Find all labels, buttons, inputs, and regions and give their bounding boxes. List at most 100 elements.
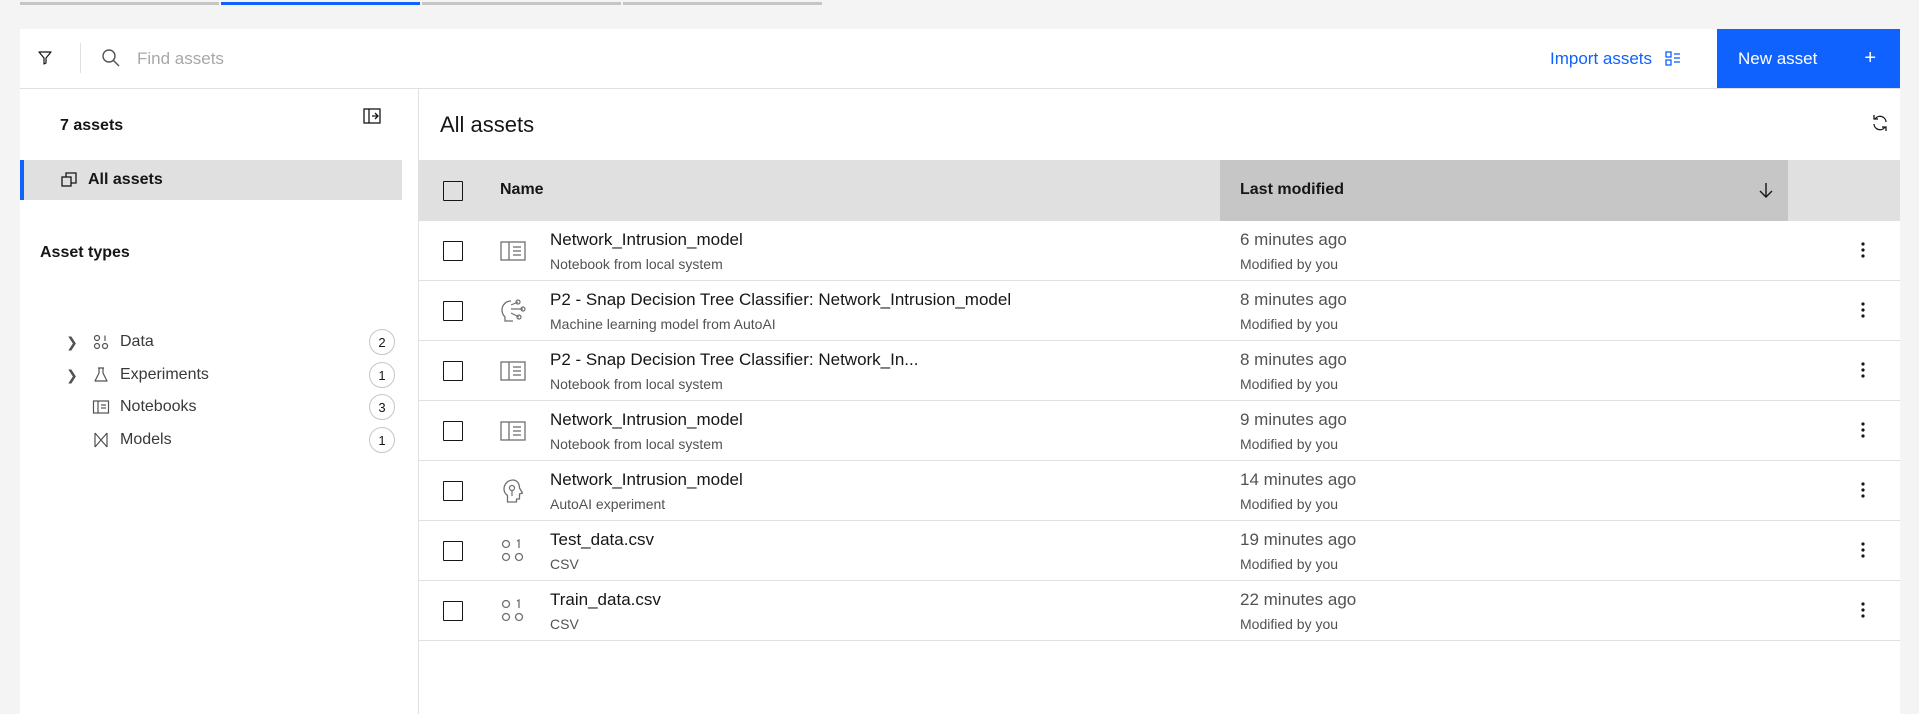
asset-count: 7 assets: [60, 117, 124, 134]
import-assets-label: Import assets: [1550, 49, 1653, 68]
assets-table: Name Last modified Network_Intrusion_mod…: [419, 160, 1900, 641]
modified-by: Modified by you: [1240, 256, 1339, 272]
row-checkbox[interactable]: [443, 481, 463, 501]
asset-name-link[interactable]: Train_data.csv: [550, 590, 661, 610]
asset-subtitle: Notebook from local system: [550, 436, 723, 452]
overflow-menu-icon[interactable]: [1851, 538, 1875, 562]
table-row[interactable]: Train_data.csv CSV 22 minutes ago Modifi…: [419, 581, 1900, 641]
data-icon: [90, 331, 112, 353]
search-input[interactable]: [135, 41, 739, 77]
asset-types-title: Asset types: [40, 244, 130, 261]
chevron-right-icon[interactable]: ❯: [60, 334, 84, 351]
tab-indicator[interactable]: [20, 2, 219, 5]
asset-subtitle: CSV: [550, 616, 579, 632]
assets-panel: Import assets New asset + 7 assets All a…: [20, 29, 1900, 714]
collapse-sidebar-button[interactable]: [362, 106, 386, 130]
notebook-icon: [499, 417, 527, 445]
refresh-icon: [1870, 113, 1890, 133]
sidebar-item-all-assets[interactable]: All assets: [20, 160, 402, 200]
asset-name-link[interactable]: Network_Intrusion_model: [550, 230, 743, 250]
row-checkbox[interactable]: [443, 601, 463, 621]
table-row[interactable]: Network_Intrusion_model Notebook from lo…: [419, 401, 1900, 461]
search-icon: [100, 47, 122, 69]
asset-subtitle: Machine learning model from AutoAI: [550, 316, 776, 332]
modified-time: 14 minutes ago: [1240, 470, 1357, 489]
notebook-icon: [499, 357, 527, 385]
table-row[interactable]: P2 - Snap Decision Tree Classifier: Netw…: [419, 341, 1900, 401]
row-checkbox[interactable]: [443, 541, 463, 561]
table-row[interactable]: P2 - Snap Decision Tree Classifier: Netw…: [419, 281, 1900, 341]
tab-indicator[interactable]: [422, 2, 621, 5]
asset-name-link[interactable]: P2 - Snap Decision Tree Classifier: Netw…: [550, 290, 1011, 310]
modified-time: 19 minutes ago: [1240, 530, 1357, 549]
overflow-menu-icon[interactable]: [1851, 478, 1875, 502]
overflow-menu-icon[interactable]: [1851, 358, 1875, 382]
row-checkbox[interactable]: [443, 421, 463, 441]
column-header-last-modified[interactable]: Last modified: [1240, 181, 1344, 199]
import-icon: [1664, 50, 1682, 68]
sidebar-item-data[interactable]: ❯ Data 2: [40, 325, 395, 359]
overflow-menu-icon[interactable]: [1851, 418, 1875, 442]
count-badge: 2: [369, 329, 395, 355]
modified-by: Modified by you: [1240, 616, 1339, 632]
row-checkbox[interactable]: [443, 241, 463, 261]
collapse-panel-icon: [362, 106, 386, 126]
notebook-icon: [499, 237, 527, 265]
import-assets-button[interactable]: Import assets: [1550, 44, 1682, 74]
modified-by: Modified by you: [1240, 496, 1339, 512]
toolbar: Import assets New asset +: [20, 29, 1900, 89]
modified-by: Modified by you: [1240, 556, 1339, 572]
asset-subtitle: Notebook from local system: [550, 376, 723, 392]
autoai-icon: [499, 477, 527, 505]
new-asset-button[interactable]: New asset +: [1717, 29, 1900, 88]
filter-button[interactable]: [30, 43, 60, 73]
refresh-button[interactable]: [1866, 109, 1894, 137]
arrow-down-icon[interactable]: [1756, 180, 1776, 200]
main-content: All assets Name Last modified Network_In…: [419, 89, 1900, 714]
modified-time: 8 minutes ago: [1240, 290, 1347, 309]
toolbar-divider: [80, 43, 81, 73]
modified-time: 9 minutes ago: [1240, 410, 1347, 429]
overflow-menu-icon[interactable]: [1851, 598, 1875, 622]
chevron-right-icon[interactable]: ❯: [60, 367, 84, 384]
asset-name-link[interactable]: Test_data.csv: [550, 530, 654, 550]
modified-by: Modified by you: [1240, 316, 1339, 332]
data-icon: [499, 597, 527, 625]
select-all-checkbox[interactable]: [443, 181, 463, 201]
row-checkbox[interactable]: [443, 301, 463, 321]
asset-subtitle: Notebook from local system: [550, 256, 723, 272]
new-asset-label: New asset: [1738, 48, 1818, 68]
asset-name-link[interactable]: Network_Intrusion_model: [550, 470, 743, 490]
sidebar-item-label: Experiments: [120, 366, 209, 383]
tab-indicator[interactable]: [623, 2, 822, 5]
modified-by: Modified by you: [1240, 376, 1339, 392]
sidebar-item-label: Notebooks: [120, 398, 197, 415]
top-tab-strip: [20, 0, 822, 6]
plus-icon: +: [1864, 47, 1876, 69]
row-checkbox[interactable]: [443, 361, 463, 381]
column-header-name[interactable]: Name: [500, 181, 544, 199]
modified-time: 6 minutes ago: [1240, 230, 1347, 249]
count-badge: 1: [369, 427, 395, 453]
ml-model-icon: [499, 297, 527, 325]
data-icon: [499, 537, 527, 565]
overflow-menu-icon[interactable]: [1851, 298, 1875, 322]
table-header: Name Last modified: [419, 160, 1900, 221]
page-title: All assets: [440, 112, 535, 137]
modified-time: 22 minutes ago: [1240, 590, 1357, 609]
asset-subtitle: AutoAI experiment: [550, 496, 666, 512]
sidebar-item-models[interactable]: Models 1: [40, 423, 395, 457]
sidebar-item-experiments[interactable]: ❯ Experiments 1: [40, 358, 395, 392]
sidebar-item-notebooks[interactable]: Notebooks 3: [40, 390, 395, 424]
asset-subtitle: CSV: [550, 556, 579, 572]
overflow-menu-icon[interactable]: [1851, 238, 1875, 262]
table-row[interactable]: Test_data.csv CSV 19 minutes ago Modifie…: [419, 521, 1900, 581]
sidebar-item-label: Data: [120, 333, 154, 350]
table-row[interactable]: Network_Intrusion_model Notebook from lo…: [419, 221, 1900, 281]
sidebar-item-label: All assets: [88, 171, 163, 188]
sidebar: 7 assets All assets Asset types ❯ Data 2…: [20, 89, 419, 714]
asset-name-link[interactable]: P2 - Snap Decision Tree Classifier: Netw…: [550, 350, 918, 370]
tab-indicator-active[interactable]: [221, 2, 420, 5]
asset-name-link[interactable]: Network_Intrusion_model: [550, 410, 743, 430]
table-row[interactable]: Network_Intrusion_model AutoAI experimen…: [419, 461, 1900, 521]
